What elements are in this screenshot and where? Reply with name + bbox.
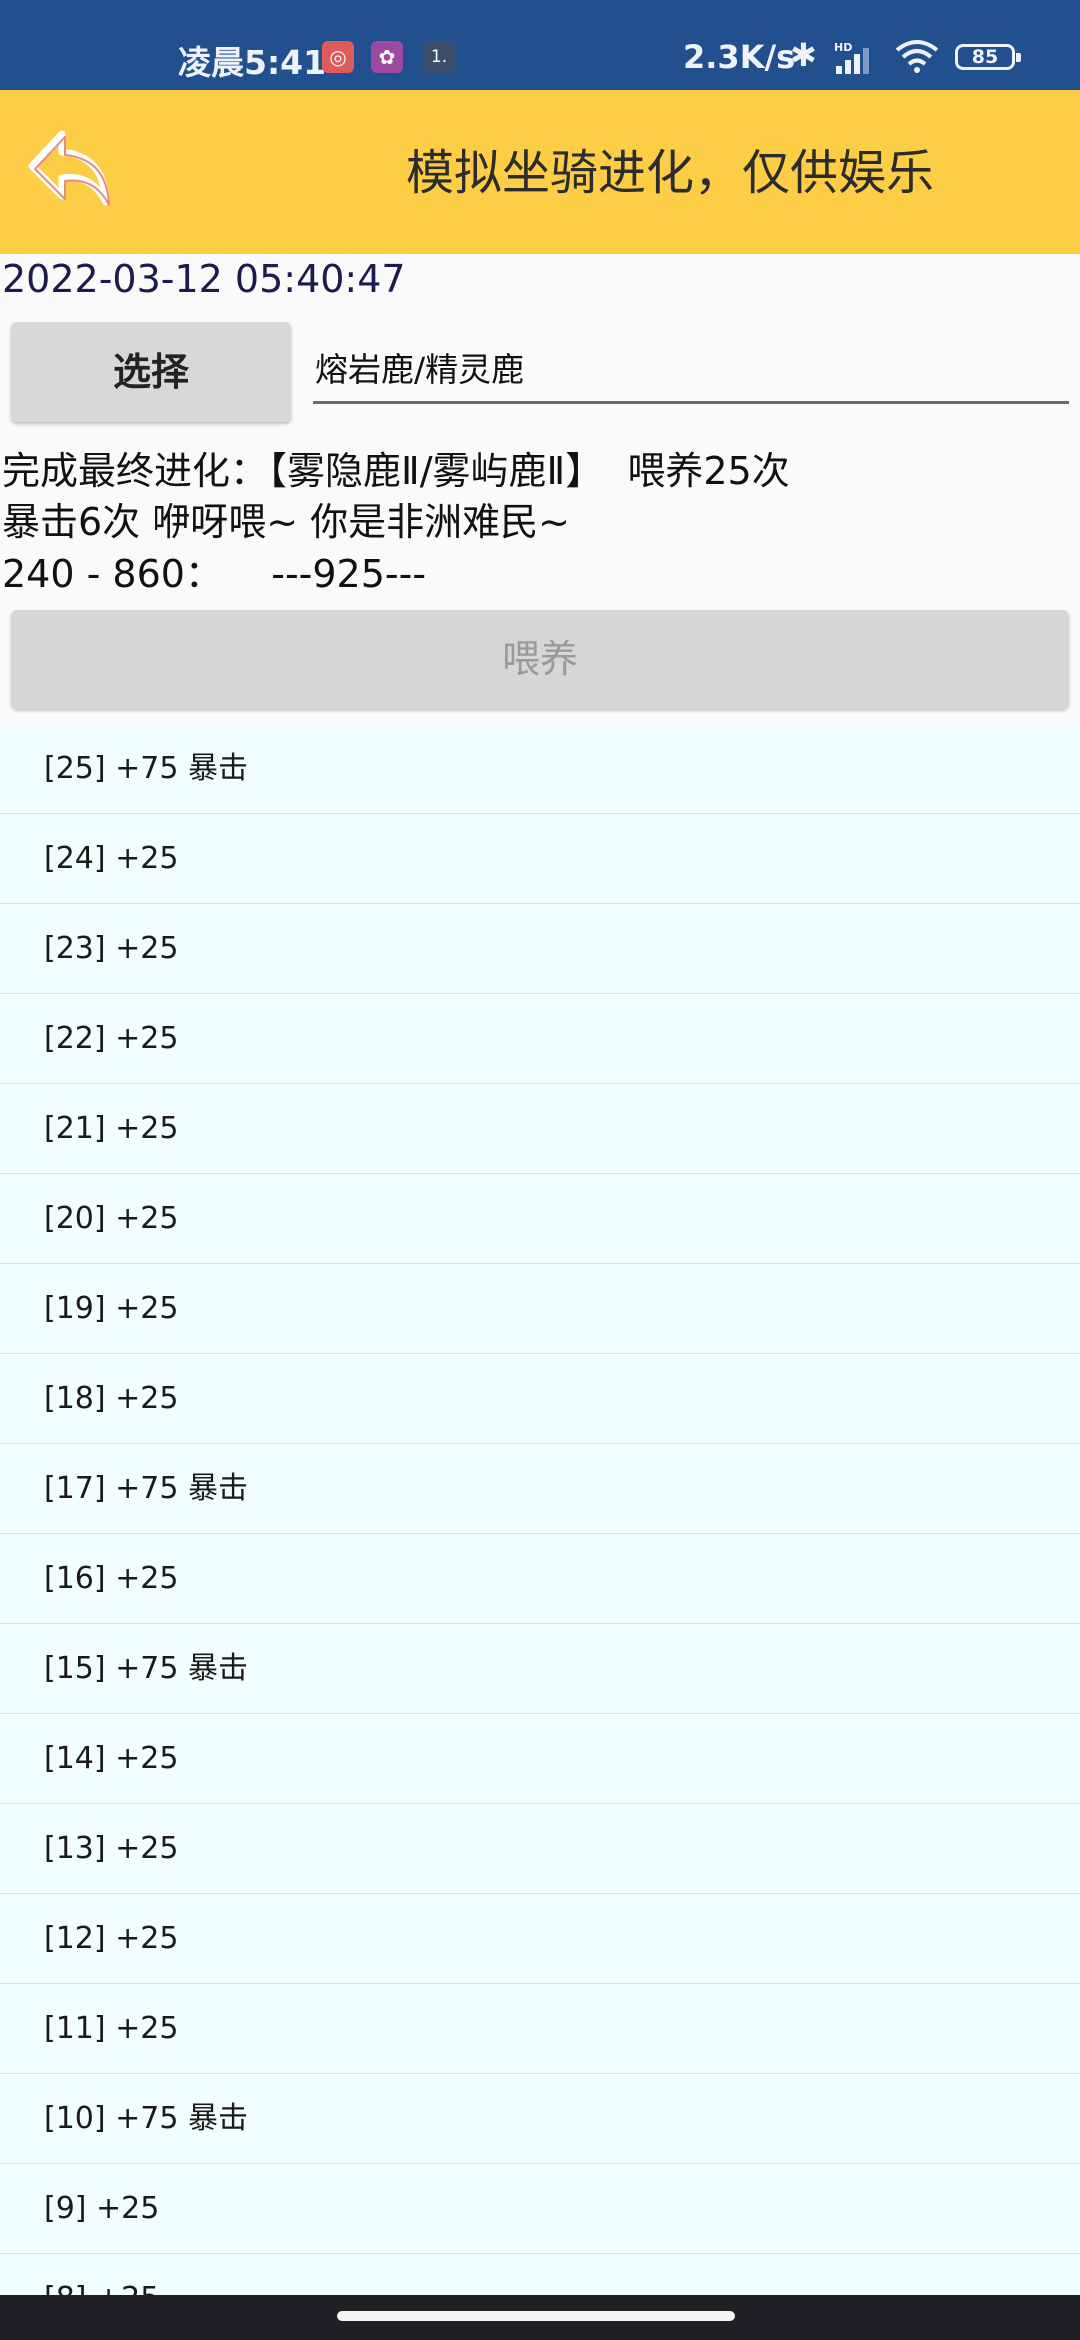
list-item: [18] +25 — [0, 1354, 1080, 1444]
list-item: [13] +25 — [0, 1804, 1080, 1894]
feed-log-entry: [15] +75 暴击 — [44, 1651, 248, 1686]
list-item: [25] +75 暴击 — [0, 724, 1080, 814]
control-panel: 2022-03-12 05:40:47 选择 熔岩鹿/精灵鹿 完成最终进化：【雾… — [0, 254, 1080, 724]
feed-log-entry: [21] +25 — [44, 1111, 179, 1146]
crit-summary: 暴击6次 咿呀喂~ 你是非洲难民~ — [2, 500, 571, 544]
navigation-bar — [0, 2295, 1080, 2340]
feed-log-entry: [24] +25 — [44, 841, 179, 876]
list-item: [23] +25 — [0, 904, 1080, 994]
list-item: [16] +25 — [0, 1534, 1080, 1624]
feed-log-entry: [14] +25 — [44, 1741, 179, 1776]
evolution-summary: 完成最终进化：【雾隐鹿Ⅱ/雾屿鹿Ⅱ】 喂养25次 — [2, 449, 790, 493]
page-title: 模拟坐骑进化，仅供娱乐 — [405, 145, 934, 201]
feed-log-entry: [10] +75 暴击 — [44, 2101, 248, 2136]
list-item: [11] +25 — [0, 1984, 1080, 2074]
feed-log-entry: [13] +25 — [44, 1831, 179, 1866]
feed-button[interactable]: 喂养 — [11, 610, 1069, 709]
list-item: [12] +25 — [0, 1894, 1080, 1984]
feed-log-entry: [8] +25 — [44, 2254, 159, 2295]
list-item: [20] +25 — [0, 1174, 1080, 1264]
feed-log-entry: [12] +25 — [44, 1921, 179, 1956]
feed-log-entry: [25] +75 暴击 — [44, 751, 248, 786]
range-summary: 240 - 860： ---925--- — [2, 552, 427, 596]
wifi-icon — [895, 40, 939, 73]
list-item: [17] +75 暴击 — [0, 1444, 1080, 1534]
list-item: [19] +25 — [0, 1264, 1080, 1354]
feed-log-entry: [23] +25 — [44, 931, 179, 966]
feed-log-entry: [9] +25 — [44, 2191, 160, 2226]
feed-log-entry: [17] +75 暴击 — [44, 1471, 248, 1506]
list-item: [15] +75 暴击 — [0, 1624, 1080, 1714]
signal-hd-label: HD — [834, 41, 852, 54]
title-bar: 模拟坐骑进化，仅供娱乐 — [0, 90, 1080, 254]
bluetooth-icon: ✱ — [790, 36, 817, 74]
notification-app-icon: 1. — [423, 41, 455, 73]
feed-log-entry: [16] +25 — [44, 1561, 179, 1596]
status-bar: 凌晨5:41 ◎ ✿ 1. 2.3K/s ✱ HD 85 — [0, 0, 1080, 90]
feed-log-entry: [19] +25 — [44, 1291, 179, 1326]
feed-log-entry: [20] +25 — [44, 1201, 179, 1236]
list-item: [10] +75 暴击 — [0, 2074, 1080, 2164]
home-gesture-handle[interactable] — [337, 2311, 735, 2321]
notification-app-icon: ✿ — [371, 41, 403, 73]
notification-app-icon: ◎ — [322, 41, 354, 73]
back-arrow-icon[interactable] — [22, 120, 118, 216]
status-time: 凌晨5:41 — [178, 43, 327, 82]
signal-icon: HD — [834, 41, 869, 74]
select-button[interactable]: 选择 — [11, 322, 291, 422]
mount-name-field[interactable]: 熔岩鹿/精灵鹿 — [313, 344, 1069, 404]
list-item: [14] +25 — [0, 1714, 1080, 1804]
list-item: [24] +25 — [0, 814, 1080, 904]
list-item: [21] +25 — [0, 1084, 1080, 1174]
feed-log-list[interactable]: [25] +75 暴击 [24] +25 [23] +25 [22] +25 [… — [0, 724, 1080, 2295]
battery-icon: 85 — [955, 44, 1021, 70]
timestamp: 2022-03-12 05:40:47 — [2, 257, 406, 301]
list-item: [8] +25 — [0, 2254, 1080, 2295]
list-item: [22] +25 — [0, 994, 1080, 1084]
network-speed: 2.3K/s — [683, 38, 796, 76]
feed-log-entry: [18] +25 — [44, 1381, 179, 1416]
feed-log-entry: [11] +25 — [44, 2011, 179, 2046]
feed-log-entry: [22] +25 — [44, 1021, 179, 1056]
list-item: [9] +25 — [0, 2164, 1080, 2254]
